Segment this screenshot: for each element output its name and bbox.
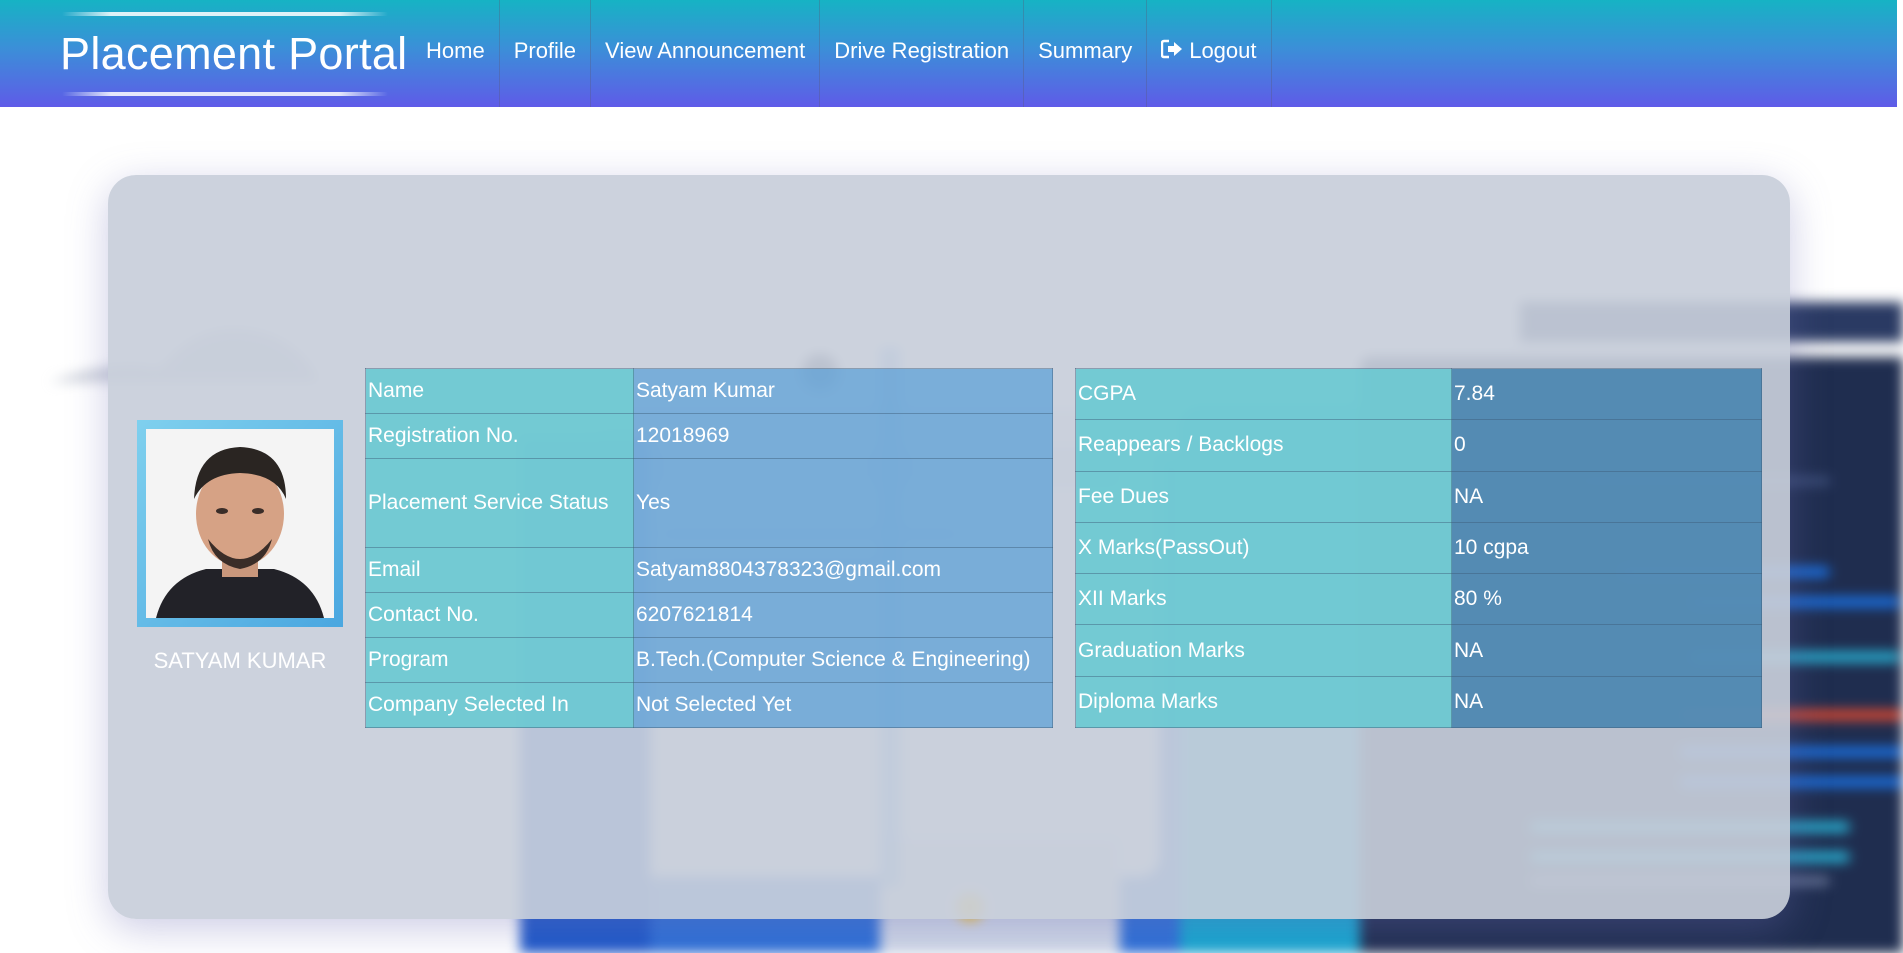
nav-drive-registration-label: Drive Registration (834, 38, 1010, 63)
table-row: Placement Service Status Yes (365, 458, 1053, 548)
nav-view-announcement-link[interactable]: View Announcement (591, 0, 821, 107)
row-label: Placement Service Status (365, 458, 634, 548)
row-label: Fee Dues (1075, 470, 1452, 523)
table-row: Name Satyam Kumar (365, 368, 1053, 414)
table-row: X Marks(PassOut) 10 cgpa (1075, 521, 1762, 575)
row-label: Reappears / Backlogs (1075, 419, 1452, 472)
row-label: CGPA (1075, 367, 1452, 421)
nav-home-label: Home (426, 38, 485, 63)
avatar-frame (137, 420, 343, 627)
row-value: NA (1451, 675, 1762, 729)
row-value: Satyam Kumar (633, 368, 1053, 414)
nav-view-announcement-label: View Announcement (605, 38, 806, 63)
personal-details-table: Name Satyam Kumar Registration No. 12018… (365, 368, 1053, 728)
academic-details-table: CGPA 7.84 Reappears / Backlogs 0 Fee Due… (1075, 367, 1762, 729)
table-row: XII Marks 80 % (1075, 573, 1762, 626)
student-display-name: SATYAM KUMAR (153, 648, 327, 673)
row-value: 6207621814 (633, 592, 1053, 638)
table-row: Diploma Marks NA (1075, 675, 1762, 729)
nav-summary-label: Summary (1038, 38, 1133, 63)
nav-home-link[interactable]: Home (412, 0, 500, 107)
row-value: 10 cgpa (1451, 521, 1762, 575)
row-label: X Marks(PassOut) (1075, 521, 1452, 575)
row-label: Graduation Marks (1075, 624, 1452, 677)
table-row: Reappears / Backlogs 0 (1075, 419, 1762, 472)
nav-profile-label: Profile (513, 38, 577, 63)
brand-title[interactable]: Placement Portal (60, 28, 407, 80)
table-row: CGPA 7.84 (1075, 367, 1762, 421)
row-value: Satyam8804378323@gmail.com (633, 547, 1053, 593)
table-row: Program B.Tech.(Computer Science & Engin… (365, 637, 1053, 683)
row-label: Email (365, 547, 634, 593)
row-label: Diploma Marks (1075, 675, 1452, 729)
row-label: Company Selected In (365, 682, 634, 728)
row-label: Program (365, 637, 634, 683)
logout-icon (1161, 39, 1183, 59)
nav-logout-label: Logout (1189, 38, 1257, 63)
row-value: NA (1451, 470, 1762, 523)
avatar (146, 429, 334, 618)
row-value: 80 % (1451, 573, 1762, 626)
row-value: B.Tech.(Computer Science & Engineering) (633, 637, 1053, 683)
table-row: Graduation Marks NA (1075, 624, 1762, 677)
row-label: Registration No. (365, 413, 634, 459)
table-row: Email Satyam8804378323@gmail.com (365, 547, 1053, 593)
table-row: Contact No. 6207621814 (365, 592, 1053, 638)
nav-profile-link[interactable]: Profile (500, 0, 592, 107)
nav-logout-link[interactable]: Logout (1147, 0, 1272, 107)
row-value: Not Selected Yet (633, 682, 1053, 728)
row-value: 7.84 (1451, 367, 1762, 421)
brand-underline-top (62, 12, 388, 16)
row-label: Contact No. (365, 592, 634, 638)
row-value: 12018969 (633, 413, 1053, 459)
table-row: Fee Dues NA (1075, 470, 1762, 523)
nav-summary-link[interactable]: Summary (1024, 0, 1148, 107)
nav-drive-registration-link[interactable]: Drive Registration (820, 0, 1025, 107)
row-value: NA (1451, 624, 1762, 677)
row-value: 0 (1451, 419, 1762, 472)
row-label: Name (365, 368, 634, 414)
row-value: Yes (633, 458, 1053, 548)
brand-underline-bottom (62, 92, 388, 96)
table-row: Company Selected In Not Selected Yet (365, 682, 1053, 728)
avatar-photo (146, 429, 334, 618)
row-label: XII Marks (1075, 573, 1452, 626)
nav-menu: Home Profile View Announcement Drive Reg… (412, 0, 1272, 107)
table-row: Registration No. 12018969 (365, 413, 1053, 459)
top-navbar: Placement Portal Home Profile View Annou… (0, 0, 1897, 107)
